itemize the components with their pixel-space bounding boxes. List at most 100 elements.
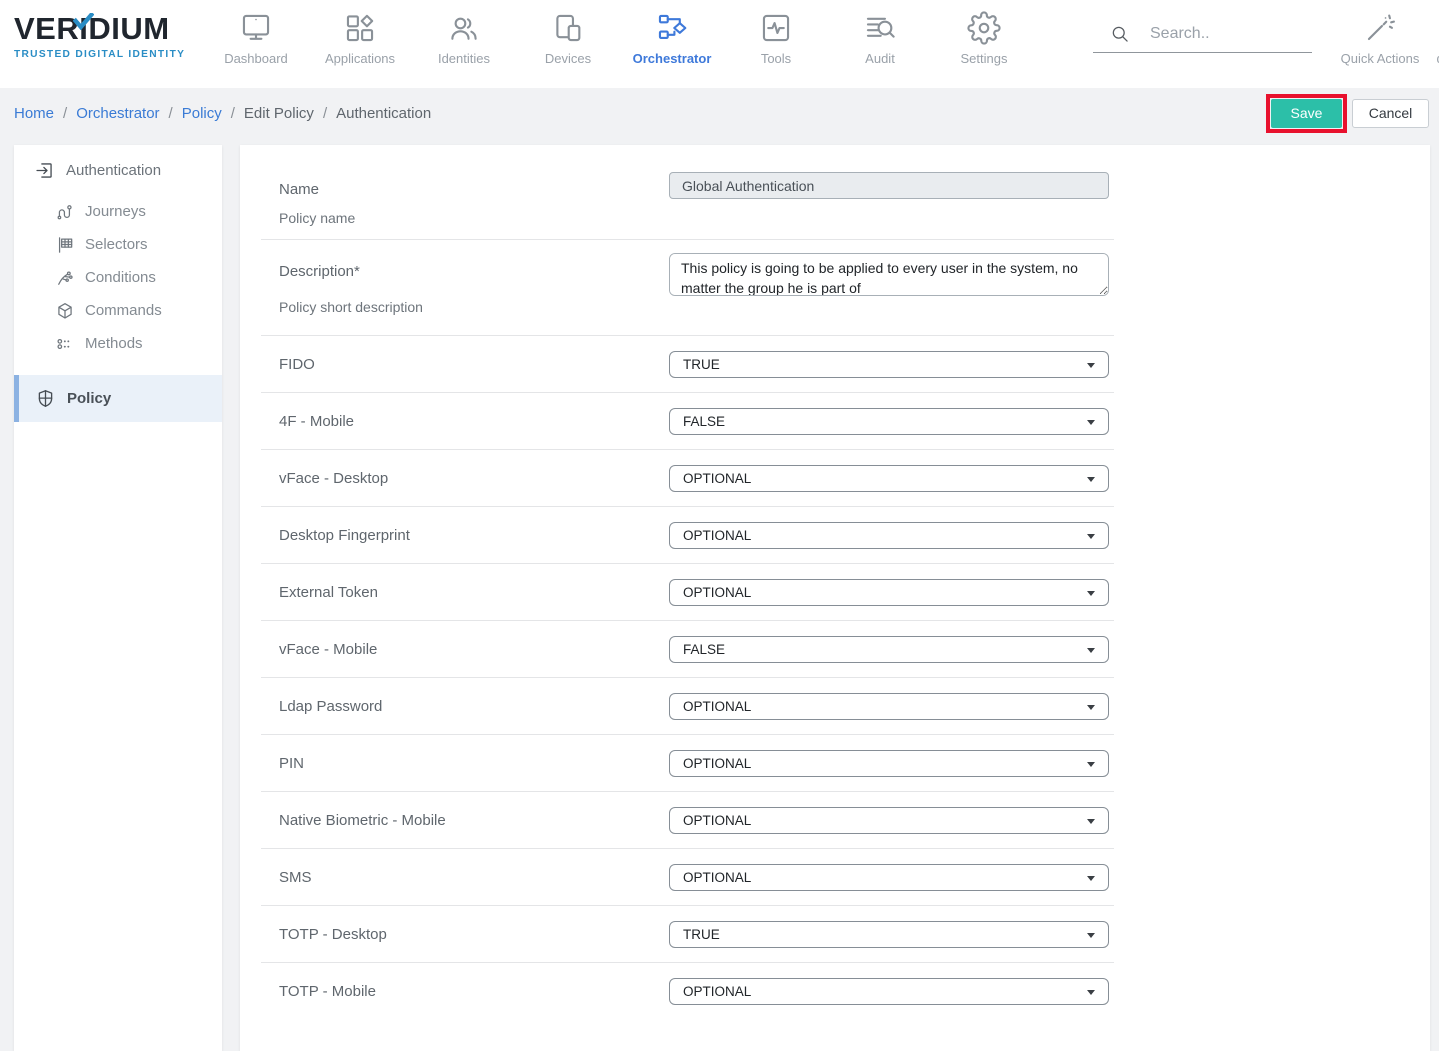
method-row-sms: SMSOPTIONAL <box>261 849 1114 906</box>
method-select[interactable]: OPTIONAL <box>669 579 1109 606</box>
method-row-desktop-fingerprint: Desktop FingerprintOPTIONAL <box>261 507 1114 564</box>
content-area: Authentication JourneysSelectorsCondition… <box>0 138 1439 1051</box>
nav-item-orchestrator[interactable]: Orchestrator <box>620 0 724 66</box>
method-row-ldap-password: Ldap Password OPTIONAL <box>261 678 1114 735</box>
method-select-value: OPTIONAL <box>683 585 751 600</box>
name-field-label: Name <box>279 181 669 198</box>
brand-logo[interactable]: VERIDIUM TRUSTED DIGITAL IDENTITY <box>0 0 192 60</box>
brand-wordmark: VERIDIUM <box>14 13 192 46</box>
search-input[interactable] <box>1150 25 1300 43</box>
sidebar-item-selectors[interactable]: Selectors <box>14 228 222 261</box>
top-navigation-bar: VERIDIUM TRUSTED DIGITAL IDENTITY Dashbo… <box>0 0 1439 88</box>
method-row-pin: PINOPTIONAL <box>261 735 1114 792</box>
method-select[interactable]: OPTIONAL <box>669 522 1109 549</box>
sidebar-item-label: Commands <box>85 302 162 319</box>
method-select-value: TRUE <box>683 357 720 372</box>
method-select[interactable]: OPTIONAL <box>669 978 1109 1005</box>
breadcrumb-item-policy[interactable]: Policy <box>182 105 222 122</box>
method-select[interactable]: TRUE <box>669 921 1109 948</box>
policy-shield-icon <box>35 388 56 409</box>
breadcrumb-item-home[interactable]: Home <box>14 105 54 122</box>
chevron-down-icon <box>1087 705 1095 710</box>
save-highlight-annotation: Save <box>1266 94 1347 133</box>
method-row-external-token: External Token OPTIONAL <box>261 564 1114 621</box>
policy-description-textarea[interactable]: This policy is going to be applied to ev… <box>669 253 1109 296</box>
sidebar-item-conditions[interactable]: Conditions <box>14 261 222 294</box>
nav-item-label: Tools <box>761 51 791 66</box>
nav-item-label: Audit <box>865 51 895 66</box>
chevron-down-icon <box>1087 990 1095 995</box>
dashboard-icon <box>238 10 274 46</box>
method-select-value: OPTIONAL <box>683 984 751 999</box>
method-label: Native Biometric - Mobile <box>279 812 669 829</box>
method-select[interactable]: OPTIONAL <box>669 864 1109 891</box>
method-select[interactable]: FALSE <box>669 636 1109 663</box>
user-avatar-icon <box>1434 10 1439 46</box>
method-select[interactable]: OPTIONAL <box>669 465 1109 492</box>
breadcrumb-item-orchestrator[interactable]: Orchestrator <box>76 105 159 122</box>
method-select[interactable]: OPTIONAL <box>669 807 1109 834</box>
quick-actions-label: Quick Actions <box>1341 51 1420 66</box>
nav-item-audit[interactable]: Audit <box>828 0 932 66</box>
method-label: External Token <box>279 584 669 601</box>
method-label: TOTP - Desktop <box>279 926 669 943</box>
method-select-value: OPTIONAL <box>683 756 751 771</box>
chevron-down-icon <box>1087 477 1095 482</box>
breadcrumb-separator: / <box>231 105 235 122</box>
method-label: vFace - Desktop <box>279 470 669 487</box>
sidebar-item-journeys[interactable]: Journeys <box>14 195 222 228</box>
journeys-icon <box>55 202 75 222</box>
primary-nav: Dashboard Applications IdentitiesDevices Or… <box>204 0 1036 66</box>
nav-item-applications[interactable]: Applications <box>308 0 412 66</box>
user-menu[interactable]: david <box>1423 0 1439 66</box>
search-icon <box>1110 24 1130 44</box>
nav-item-settings[interactable]: Settings <box>932 0 1036 66</box>
method-row-vface---mobile: vFace - Mobile FALSE <box>261 621 1114 678</box>
devices-icon <box>550 10 586 46</box>
nav-item-label: Orchestrator <box>633 51 712 66</box>
chevron-down-icon <box>1087 420 1095 425</box>
tools-icon <box>758 10 794 46</box>
method-label: Desktop Fingerprint <box>279 527 669 544</box>
conditions-icon <box>55 268 75 288</box>
audit-icon <box>862 10 898 46</box>
policy-name-input[interactable] <box>669 172 1109 199</box>
brand-checkmark-icon <box>73 4 94 21</box>
method-select[interactable]: FALSE <box>669 408 1109 435</box>
method-select-value: OPTIONAL <box>683 870 751 885</box>
nav-item-dashboard[interactable]: Dashboard <box>204 0 308 66</box>
chevron-down-icon <box>1087 819 1095 824</box>
method-select-value: FALSE <box>683 642 725 657</box>
method-select-value: OPTIONAL <box>683 813 751 828</box>
nav-item-identities[interactable]: Identities <box>412 0 516 66</box>
topbar-right-cluster: Quick Actions david <box>1337 0 1439 66</box>
description-field-hint: Policy short description <box>279 299 669 315</box>
methods-icon <box>55 334 75 354</box>
method-select[interactable]: OPTIONAL <box>669 750 1109 777</box>
sidebar-item-label: Policy <box>67 390 111 407</box>
description-field-row: Description* Policy short description Th… <box>261 240 1114 336</box>
chevron-down-icon <box>1087 648 1095 653</box>
method-select[interactable]: OPTIONAL <box>669 693 1109 720</box>
method-label: vFace - Mobile <box>279 641 669 658</box>
method-select[interactable]: TRUE <box>669 351 1109 378</box>
method-select-value: OPTIONAL <box>683 699 751 714</box>
nav-item-tools[interactable]: Tools <box>724 0 828 66</box>
sidebar-item-methods[interactable]: Methods <box>14 327 222 360</box>
nav-item-label: Applications <box>325 51 395 66</box>
method-row-totp---desktop: TOTP - DesktopTRUE <box>261 906 1114 963</box>
nav-item-devices[interactable]: Devices <box>516 0 620 66</box>
sidebar-item-policy[interactable]: Policy <box>14 375 222 422</box>
page-actions: Save Cancel <box>1266 94 1429 133</box>
quick-actions-button[interactable]: Quick Actions <box>1337 0 1423 66</box>
sidebar-item-authentication[interactable]: Authentication <box>14 145 222 181</box>
cancel-button[interactable]: Cancel <box>1352 99 1429 128</box>
commands-icon <box>55 301 75 321</box>
applications-icon <box>342 10 378 46</box>
method-label: Ldap Password <box>279 698 669 715</box>
breadcrumb-item-edit-policy: Edit Policy <box>244 105 314 122</box>
sidebar-item-commands[interactable]: Commands <box>14 294 222 327</box>
breadcrumb-item-authentication: Authentication <box>336 105 431 122</box>
selectors-icon <box>55 235 75 255</box>
save-button[interactable]: Save <box>1271 99 1342 128</box>
